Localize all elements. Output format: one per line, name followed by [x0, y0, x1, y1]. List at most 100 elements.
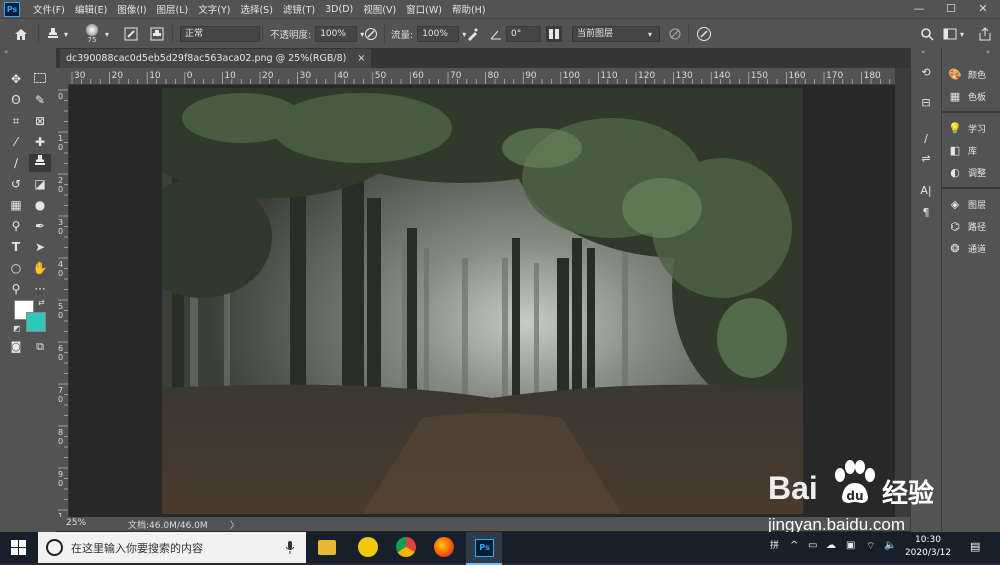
clone-source-icon[interactable] [150, 19, 164, 49]
menu-help[interactable]: 帮助(H) [447, 2, 491, 16]
adjust-panel-icon[interactable]: ⇌ [917, 152, 935, 165]
default-colors-icon[interactable]: ◩ [13, 324, 21, 333]
panel-swatches[interactable]: ▦ 色板 [948, 87, 986, 105]
onedrive-icon[interactable]: ☁ [826, 540, 836, 551]
collapse-icon[interactable]: « [4, 48, 8, 56]
eraser-tool-icon[interactable]: ◪ [29, 175, 51, 193]
maximize-button[interactable]: ☐ [936, 0, 966, 18]
quick-mask-icon[interactable]: ◙ [5, 338, 27, 356]
gradient-tool-icon[interactable]: ▦ [5, 196, 27, 214]
document-tab[interactable]: dc390088cac0d5eb5d29f8ac563aca02.png @ 2… [60, 49, 372, 68]
canvas-image[interactable] [162, 88, 803, 514]
tray-device-icon[interactable]: ▭ [808, 540, 817, 551]
background-color-swatch[interactable] [26, 312, 46, 332]
clone-stamp-tool-preset-icon[interactable]: ▾ [46, 19, 68, 49]
file-explorer-icon[interactable] [318, 540, 336, 555]
flow-input[interactable]: 100% [417, 26, 460, 42]
type-tool-icon[interactable]: T [5, 238, 27, 256]
close-tab-icon[interactable]: × [357, 53, 365, 64]
panel-layers[interactable]: ◈ 图层 [948, 195, 986, 213]
eyedropper-tool-icon[interactable]: ⁄ [5, 133, 27, 151]
clock-date[interactable]: 2020/3/12 [902, 548, 954, 558]
minimize-button[interactable]: — [904, 0, 934, 18]
app-icon[interactable] [358, 537, 378, 557]
panel-adjustments[interactable]: ◐ 调整 [948, 163, 986, 181]
history-panel-icon[interactable]: ⟲ [917, 66, 935, 79]
brush-preset-picker[interactable]: 75 [86, 19, 98, 49]
menu-filter[interactable]: 滤镜(T) [278, 2, 320, 16]
menu-edit[interactable]: 编辑(E) [70, 2, 112, 16]
collapse-icon[interactable]: » [986, 48, 990, 56]
pressure-opacity-icon[interactable] [364, 19, 378, 49]
menu-type[interactable]: 文字(Y) [193, 2, 235, 16]
quick-selection-tool-icon[interactable]: ✎ [29, 91, 51, 109]
marquee-tool-icon[interactable] [29, 70, 51, 88]
menu-image[interactable]: 图像(I) [112, 2, 151, 16]
airbrush-icon[interactable] [466, 19, 480, 49]
crop-tool-icon[interactable]: ⌗ [5, 112, 27, 130]
tray-app-icon[interactable]: ▣ [846, 540, 855, 551]
ellipse-tool-icon[interactable]: ○ [5, 259, 27, 277]
dodge-tool-icon[interactable]: ⚲ [5, 217, 27, 235]
chevron-down-icon[interactable]: ▾ [105, 19, 109, 49]
hand-tool-icon[interactable]: ✋ [29, 259, 51, 277]
menu-window[interactable]: 窗口(W) [401, 2, 447, 16]
edit-toolbar-icon[interactable]: ··· [29, 280, 51, 298]
panel-paths[interactable]: ⌬ 路径 [948, 217, 986, 235]
pen-tool-icon[interactable]: ✒ [29, 217, 51, 235]
network-icon[interactable]: ⌔ [866, 540, 875, 553]
status-menu-arrow[interactable]: 〉 [230, 518, 239, 531]
panel-channels[interactable]: ❂ 通道 [948, 239, 986, 257]
chrome-icon[interactable] [396, 537, 416, 557]
history-brush-tool-icon[interactable]: ↺ [5, 175, 27, 193]
brush-panel-icon[interactable]: ∕ [917, 132, 935, 145]
clock-time[interactable]: 10:30 [906, 535, 950, 545]
brush-tool-icon[interactable]: ∕ [5, 154, 27, 172]
menu-view[interactable]: 视图(V) [358, 2, 401, 16]
screen-mode-icon[interactable]: ⧉ [29, 338, 51, 356]
character-panel-icon[interactable]: A| [917, 184, 935, 197]
share-icon[interactable] [978, 19, 992, 49]
path-selection-tool-icon[interactable]: ➤ [29, 238, 51, 256]
panel-learn[interactable]: 💡 学习 [948, 119, 986, 137]
lasso-tool-icon[interactable]: ʘ [5, 91, 27, 109]
swap-colors-icon[interactable]: ⇄ [38, 298, 45, 307]
panel-libraries[interactable]: ◧ 库 [948, 141, 977, 159]
pressure-size-icon[interactable] [696, 19, 712, 49]
healing-brush-tool-icon[interactable]: ✚ [29, 133, 51, 151]
menu-select[interactable]: 选择(S) [235, 2, 277, 16]
zoom-tool-icon[interactable]: ⚲ [5, 280, 27, 298]
move-tool-icon[interactable]: ✥ [5, 70, 27, 88]
clone-stamp-tool-icon[interactable] [29, 154, 51, 172]
taskbar-search-box[interactable]: 在这里输入你要搜索的内容 [38, 532, 306, 563]
workspace-icon[interactable]: ▾ [943, 19, 964, 49]
firefox-icon[interactable] [434, 537, 454, 557]
windows-start-icon[interactable] [11, 540, 26, 558]
opacity-input[interactable]: 100% [315, 26, 358, 42]
mode-select[interactable]: 正常 ▾ [180, 19, 260, 49]
menu-3d[interactable]: 3D(D) [320, 4, 358, 15]
paragraph-panel-icon[interactable]: ¶ [917, 206, 935, 219]
angle-input[interactable]: 0° [506, 26, 540, 42]
collapse-icon[interactable]: « [921, 48, 925, 56]
notification-icon[interactable]: ▤ [970, 540, 980, 553]
menu-file[interactable]: 文件(F) [28, 2, 70, 16]
blur-tool-icon[interactable]: ● [29, 196, 51, 214]
volume-icon[interactable]: 🔈 [884, 540, 896, 551]
home-icon[interactable] [14, 19, 28, 49]
frame-tool-icon[interactable]: ⊠ [29, 112, 51, 130]
properties-panel-icon[interactable]: ⊟ [917, 96, 935, 109]
ignore-adjustment-layers-icon[interactable] [668, 19, 682, 49]
search-icon[interactable] [921, 19, 934, 49]
align-pattern-icon[interactable] [546, 19, 562, 49]
close-button[interactable]: ✕ [968, 0, 998, 18]
microphone-icon[interactable] [285, 541, 295, 557]
zoom-level[interactable]: 25% [66, 518, 86, 528]
panel-color[interactable]: 🎨 颜色 [948, 65, 986, 83]
sample-select[interactable]: 当前图层 ▾ [572, 19, 660, 49]
tray-ime-icon[interactable]: 拼 [770, 538, 779, 551]
brush-settings-icon[interactable] [124, 19, 138, 49]
tray-chevron-up-icon[interactable]: ^ [790, 540, 798, 551]
menu-layer[interactable]: 图层(L) [152, 2, 194, 16]
taskbar-photoshop-button[interactable]: Ps [466, 532, 502, 565]
